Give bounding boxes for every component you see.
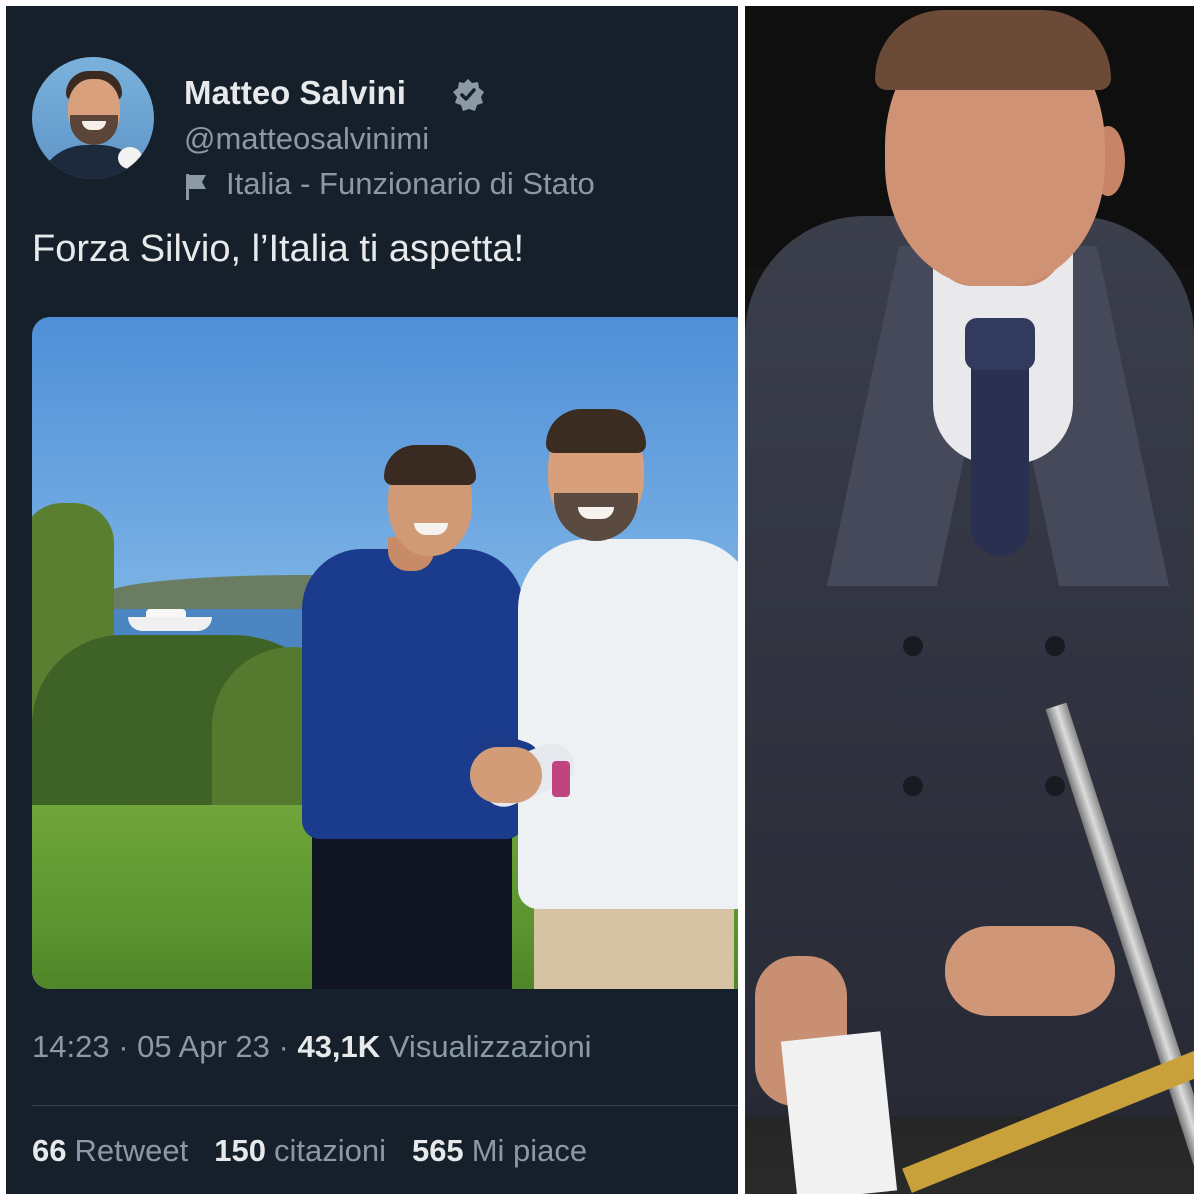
retweets-stat[interactable]: 66 Retweet xyxy=(32,1133,188,1169)
tweet-card: Matteo Salvini @matteosalvinimi Italia -… xyxy=(6,6,738,1194)
tweet-meta: 14:23 · 05 Apr 23 · 43,1K Visualizzazion… xyxy=(32,1029,592,1065)
divider xyxy=(32,1105,738,1106)
views-count: 43,1K xyxy=(297,1029,381,1064)
quotes-count: 150 xyxy=(214,1133,266,1168)
tweet-text: Forza Silvio, l’Italia ti aspetta! xyxy=(32,228,525,270)
tweet-stats: 66 Retweet 150 citazioni 565 Mi piace xyxy=(32,1133,613,1169)
likes-count: 565 xyxy=(411,1133,464,1168)
side-photo xyxy=(745,6,1194,1194)
tweet-photo[interactable] xyxy=(32,317,738,989)
flag-icon xyxy=(186,174,206,200)
user-handle[interactable]: @matteosalvinimi xyxy=(184,121,429,157)
avatar[interactable] xyxy=(32,57,154,179)
verified-badge-icon xyxy=(453,79,484,111)
meta-separator: · xyxy=(118,1029,129,1064)
retweets-label: Retweet xyxy=(74,1133,189,1168)
retweets-count: 66 xyxy=(32,1133,67,1168)
likes-label: Mi piace xyxy=(471,1133,588,1168)
views-label: Visualizzazioni xyxy=(388,1029,592,1064)
user-name[interactable]: Matteo Salvini xyxy=(184,74,406,112)
meta-separator: · xyxy=(278,1029,289,1064)
tweet-date[interactable]: 05 Apr 23 xyxy=(137,1029,270,1064)
tweet-time[interactable]: 14:23 xyxy=(32,1029,110,1064)
quotes-label: citazioni xyxy=(273,1133,386,1168)
quotes-stat[interactable]: 150 citazioni xyxy=(214,1133,386,1169)
likes-stat[interactable]: 565 Mi piace xyxy=(412,1133,587,1169)
affiliation-label[interactable]: Italia - Funzionario di Stato xyxy=(226,166,595,202)
